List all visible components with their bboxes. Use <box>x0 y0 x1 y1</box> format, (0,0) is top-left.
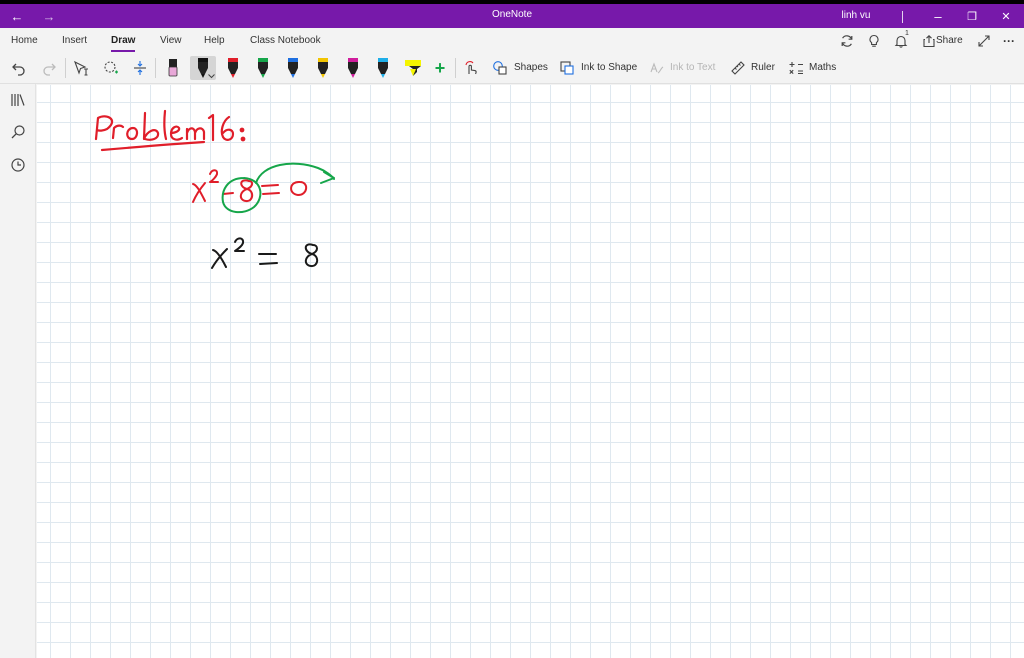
notification-count: 1 <box>905 30 909 37</box>
notifications-bell-icon[interactable]: 1 <box>892 30 910 50</box>
redo-icon[interactable] <box>38 56 60 80</box>
tab-draw[interactable]: Draw <box>111 35 136 52</box>
ink-green-annotation <box>221 162 335 214</box>
minimize-button[interactable]: – <box>928 4 948 28</box>
note-canvas[interactable]: Problem 16 : x² − 8 = 0 x² = 8 <box>37 85 1024 658</box>
lasso-select-icon[interactable] <box>100 56 122 80</box>
shapes-button[interactable]: Shapes <box>514 62 548 73</box>
more-options-icon[interactable]: ··· <box>1000 32 1018 50</box>
ink-to-text-button: Ink to Text <box>670 62 716 73</box>
shapes-icon[interactable] <box>491 56 509 80</box>
ink-to-shape-button[interactable]: Ink to Shape <box>581 62 637 73</box>
insert-space-icon[interactable] <box>129 56 151 80</box>
cyan-pen-icon[interactable] <box>370 56 396 80</box>
ruler-icon[interactable] <box>729 56 747 80</box>
notebooks-icon[interactable] <box>8 90 28 110</box>
user-name[interactable]: linh vu <box>828 10 884 21</box>
ink-to-shape-icon[interactable] <box>558 56 576 80</box>
left-navigation <box>0 84 36 658</box>
ink-to-text-icon <box>648 56 666 80</box>
ink-heading-problem-16 <box>94 109 246 152</box>
toolbar-divider <box>155 58 156 78</box>
green-pen-icon[interactable] <box>250 56 276 80</box>
maths-icon[interactable] <box>787 56 805 80</box>
title-separator <box>902 11 903 23</box>
title-bar: ← → OneNote linh vu – ❐ ✕ <box>0 0 1024 28</box>
yellow-pen-icon[interactable] <box>310 56 336 80</box>
onenote-window: ← → OneNote linh vu – ❐ ✕ Home Insert Dr… <box>0 0 1024 658</box>
blue-pen-icon[interactable] <box>280 56 306 80</box>
magenta-pen-icon[interactable] <box>340 56 366 80</box>
type-select-icon[interactable] <box>70 56 92 80</box>
eraser-icon[interactable] <box>160 56 186 80</box>
tab-help[interactable]: Help <box>204 35 225 46</box>
tab-class-notebook[interactable]: Class Notebook <box>250 35 321 46</box>
ruler-button[interactable]: Ruler <box>751 62 775 73</box>
red-pen-icon[interactable] <box>220 56 246 80</box>
recent-clock-icon[interactable] <box>8 155 28 175</box>
ink-equation-2 <box>211 237 319 269</box>
sync-icon[interactable] <box>838 32 856 50</box>
tab-insert[interactable]: Insert <box>62 35 87 46</box>
fullscreen-expand-icon[interactable] <box>975 32 993 50</box>
highlighter-yellow-icon[interactable] <box>400 56 426 80</box>
undo-icon[interactable] <box>8 56 30 80</box>
add-pen-icon[interactable]: + <box>430 56 450 80</box>
maths-button[interactable]: Maths <box>809 62 836 73</box>
lightbulb-icon[interactable] <box>865 32 883 50</box>
toolbar-divider <box>65 58 66 78</box>
toolbar-divider <box>455 58 456 78</box>
maximize-button[interactable]: ❐ <box>962 4 982 28</box>
ink-equation-1 <box>192 169 308 203</box>
touch-draw-icon[interactable] <box>461 56 481 80</box>
share-button[interactable]: Share <box>936 35 963 46</box>
tab-view[interactable]: View <box>160 35 182 46</box>
search-icon[interactable] <box>8 122 28 142</box>
black-pen-selected-icon[interactable] <box>190 56 216 80</box>
close-button[interactable]: ✕ <box>996 4 1016 28</box>
tab-home[interactable]: Home <box>11 35 38 46</box>
draw-toolbar: + Shapes Ink to Shape Ink to Text Ruler … <box>0 52 1024 84</box>
ink-layer <box>94 109 335 269</box>
